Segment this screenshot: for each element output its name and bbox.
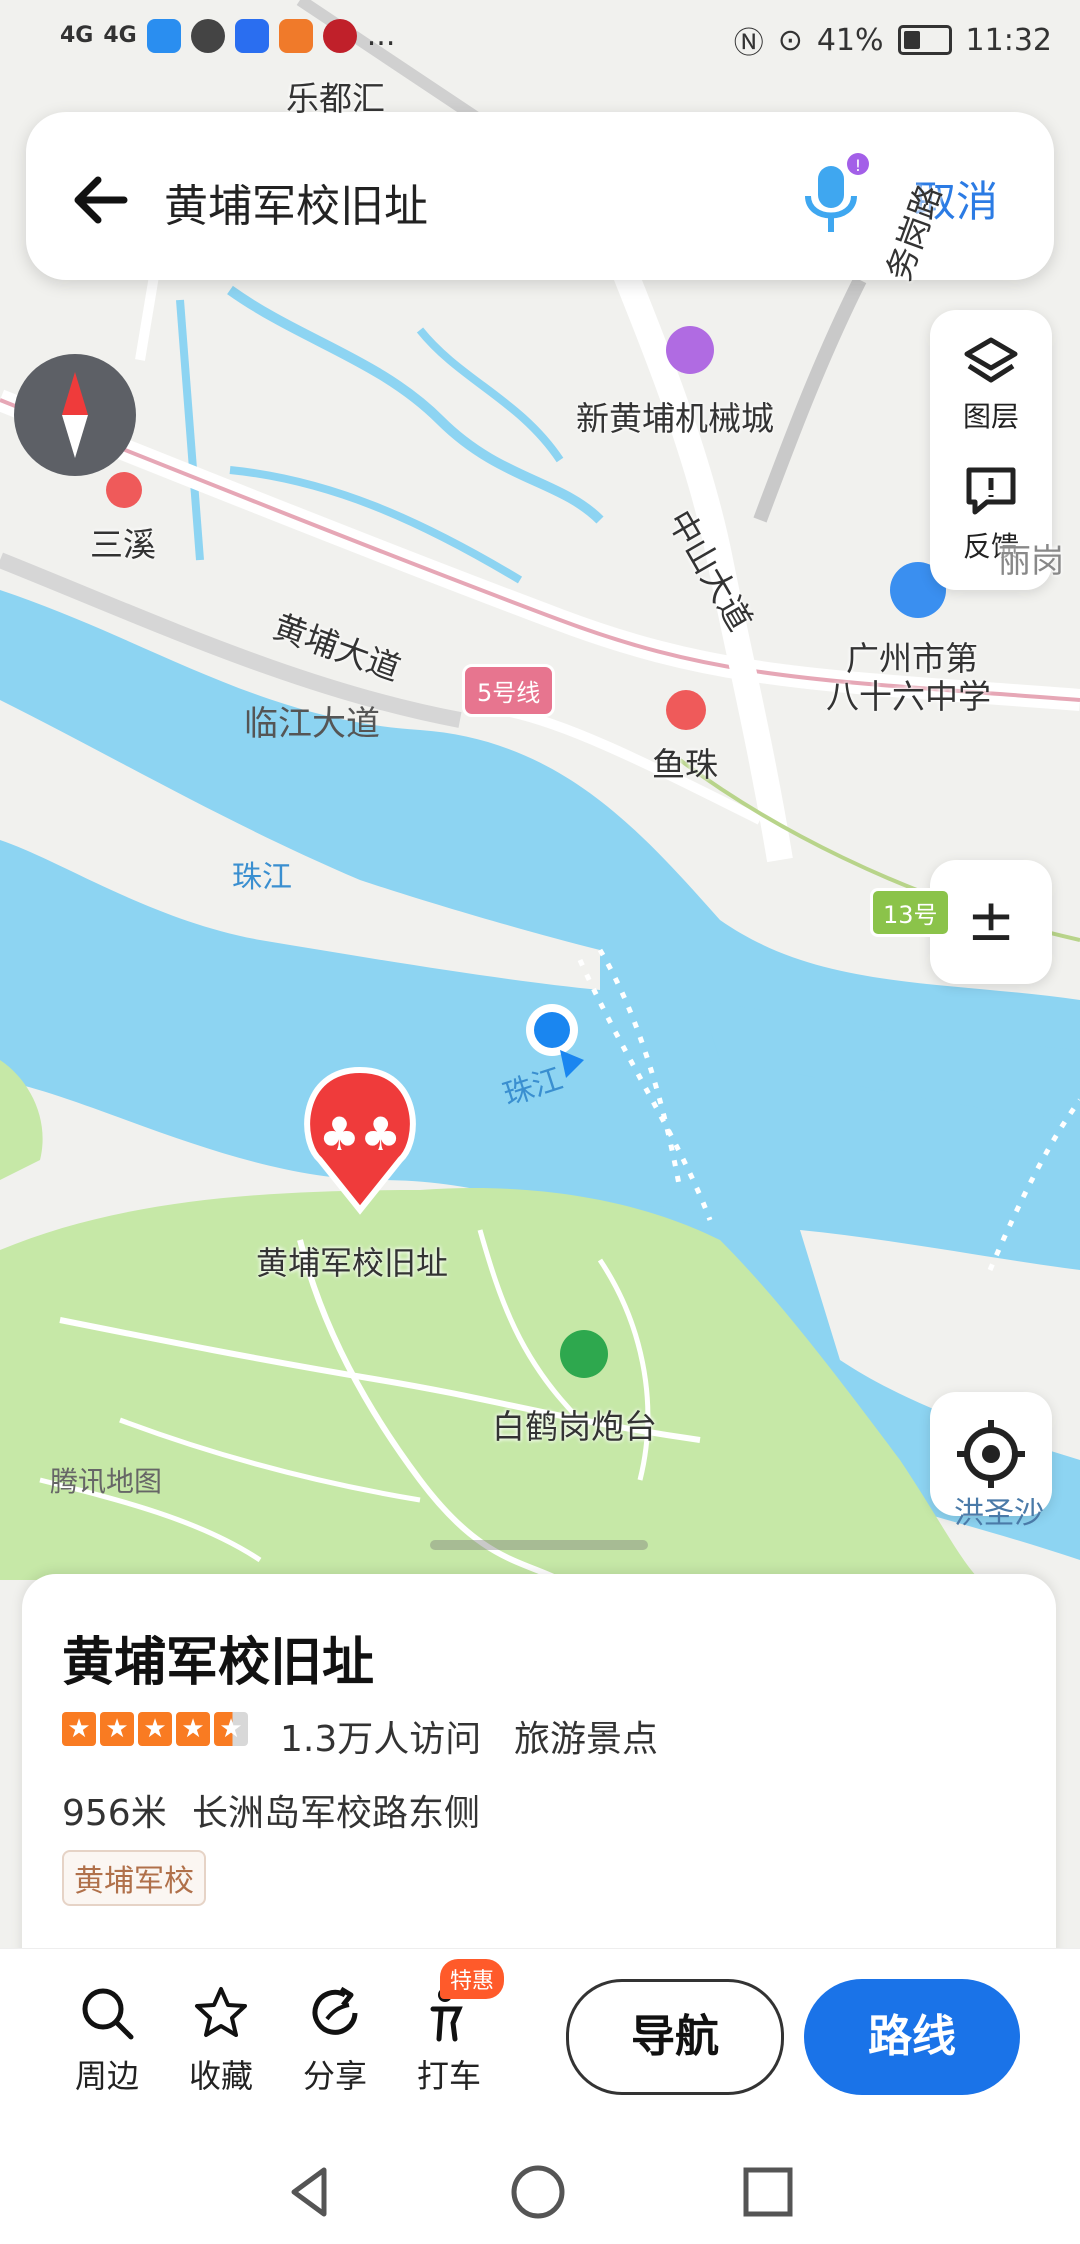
metro-line-5-badge: 5号线 [462, 664, 556, 717]
metro-line-13-badge: 13号 [870, 888, 951, 937]
system-nav-bar [0, 2138, 1080, 2244]
layers-label: 图层 [962, 400, 1019, 433]
map-label-ledu: 乐都汇 [286, 79, 385, 118]
map-label-xinhuangpu: 新黄埔机械城 [576, 399, 774, 438]
promo-badge: 特惠 [440, 1959, 505, 1999]
taxi-label: 打车 [416, 2057, 481, 2095]
map-label-shazhou: 洪圣沙 [954, 1496, 1044, 1531]
back-icon[interactable] [280, 2162, 340, 2222]
map-label-sanxi: 三溪 [90, 525, 156, 564]
place-distance: 956米 [62, 1793, 167, 1834]
map-label-school-2: 八十六中学 [826, 677, 991, 716]
map-label-yuzhu: 鱼珠 [652, 745, 718, 784]
battery-percent: 41% [816, 22, 884, 58]
back-arrow-icon[interactable] [62, 160, 142, 240]
clock: 11:32 [965, 22, 1052, 58]
compass-icon[interactable] [14, 354, 136, 476]
taxi-button[interactable]: 打车 [394, 1983, 504, 2097]
app-icon [278, 18, 313, 53]
home-icon[interactable] [508, 2162, 568, 2222]
map-label-gang: 丽岗 [998, 541, 1064, 580]
favorite-button[interactable]: 收藏 [166, 1983, 276, 2097]
feedback-icon [966, 467, 1016, 515]
star-outline-icon [195, 1987, 247, 2037]
place-title: 黄埔军校旧址 [62, 1633, 375, 1693]
half-star-icon: ★ [214, 1712, 248, 1746]
rating-stars: ★ ★ ★ ★ ★ [62, 1712, 248, 1746]
star-icon: ★ [138, 1712, 172, 1746]
more-notifications: ... [366, 18, 396, 53]
bank-icon [322, 18, 357, 53]
route-button[interactable]: 路线 [804, 1979, 1020, 2095]
map-label-poi: 黄埔军校旧址 [256, 1244, 449, 1282]
recents-icon[interactable] [738, 2162, 798, 2222]
favorite-label: 收藏 [188, 2057, 253, 2095]
search-icon [82, 1988, 134, 2040]
nfc-icon: Ⓝ [733, 26, 764, 61]
star-icon: ★ [62, 1712, 96, 1746]
signal-icon-2: 4G [103, 23, 137, 48]
svg-text:!: ! [855, 156, 861, 175]
status-right: Ⓝ ⊙ 41% 11:32 [734, 18, 1052, 62]
status-bar: 4G 4G ... Ⓝ ⊙ 41% 11:32 [0, 0, 1080, 80]
share-label: 分享 [302, 2057, 367, 2095]
layers-icon [964, 337, 1018, 383]
drag-handle[interactable] [430, 1540, 648, 1550]
map-label-baihe: 白鹤岗炮台 [492, 1407, 657, 1446]
star-icon: ★ [100, 1712, 134, 1746]
visit-count: 1.3万人访问 [280, 1719, 482, 1760]
map-label-linjiang: 临江大道 [244, 704, 380, 744]
map-label-zhujiang: 珠江 [232, 860, 292, 895]
status-left: 4G 4G ... [60, 18, 395, 53]
place-address: 长洲岛军校路东侧 [192, 1793, 481, 1834]
place-tag[interactable]: 黄埔军校 [62, 1850, 206, 1906]
search-query[interactable]: 黄埔军校旧址 [164, 170, 428, 234]
navigate-button[interactable]: 导航 [566, 1979, 784, 2095]
map-watermark: 腾讯地图 [50, 1465, 163, 1498]
action-bar: 周边 收藏 分享 打车 特惠 导航 路线 [0, 1948, 1080, 2139]
share-button[interactable]: 分享 [280, 1983, 390, 2097]
star-icon: ★ [176, 1712, 210, 1746]
bulb-icon [234, 18, 269, 53]
share-icon [312, 1986, 358, 2035]
nearby-label: 周边 [74, 2057, 139, 2095]
nearby-button[interactable]: 周边 [52, 1983, 162, 2097]
app-notification-icon [146, 18, 181, 53]
place-category: 旅游景点 [514, 1719, 659, 1760]
chat-icon [190, 18, 225, 53]
layers-control[interactable]: 图层 [930, 334, 1052, 435]
signal-icon: 4G [60, 23, 94, 48]
battery-icon [897, 25, 952, 55]
microphone-icon[interactable]: ! [786, 152, 876, 242]
location-icon: ⊙ [777, 22, 803, 58]
svg-text:♣♣: ♣♣ [319, 1107, 401, 1161]
